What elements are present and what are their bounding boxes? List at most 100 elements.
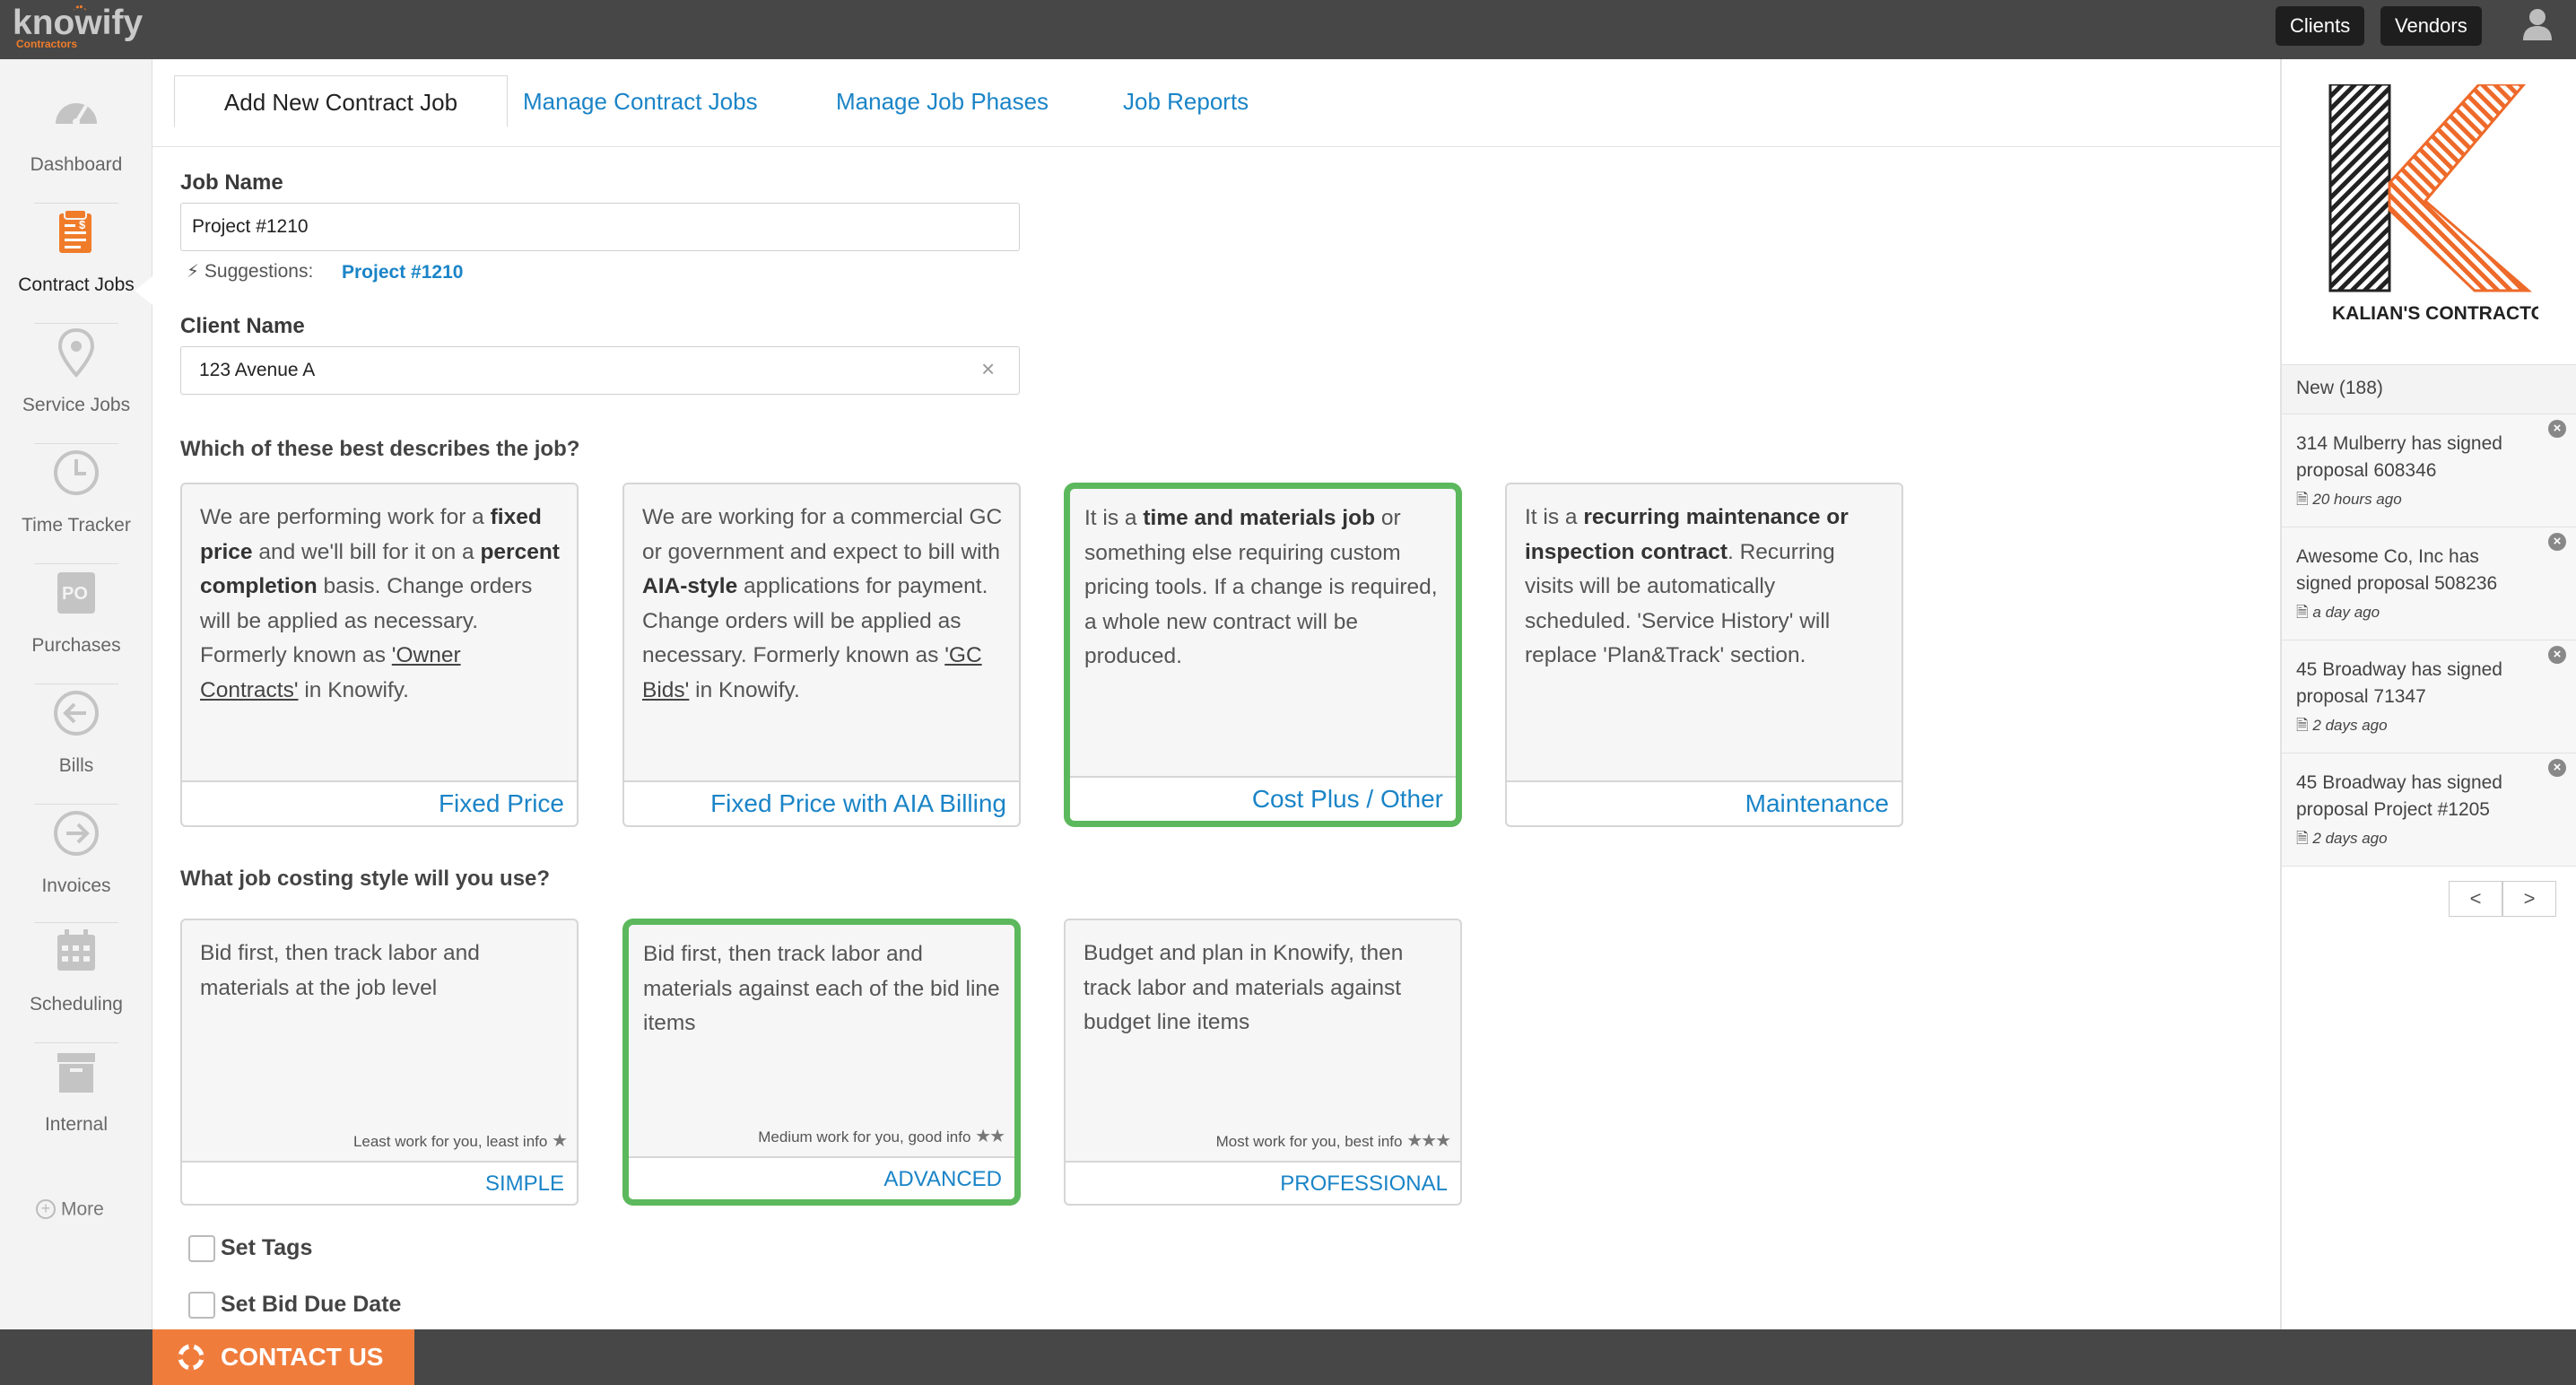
client-name-label: Client Name: [180, 314, 305, 338]
set-bid-due-date-checkbox[interactable]: [188, 1292, 215, 1319]
logo-subtitle: Contractors: [16, 38, 78, 50]
card-description: Bid first, then track labor and material…: [643, 942, 1000, 1035]
new-notifications-header: New (188): [2282, 364, 2576, 414]
set-bid-due-date-label: Set Bid Due Date: [221, 1292, 402, 1317]
sidebar-item-label: Dashboard: [30, 154, 123, 175]
svg-text:$: $: [79, 218, 86, 231]
notification-item[interactable]: 45 Broadway has signed proposal 71347 🗎︎…: [2282, 640, 2576, 753]
notification-text: 314 Mulberry has signed proposal 608346: [2296, 433, 2502, 481]
costing-card-simple[interactable]: Bid first, then track labor and material…: [180, 919, 579, 1206]
next-page-button[interactable]: >: [2502, 881, 2556, 917]
job-type-card-maintenance[interactable]: It is a recurring maintenance or inspect…: [1505, 483, 1903, 827]
card-description: It is a recurring maintenance or inspect…: [1525, 505, 1849, 667]
tab-manage-contract-jobs[interactable]: Manage Contract Jobs: [523, 75, 758, 127]
set-tags-checkbox[interactable]: [188, 1235, 215, 1262]
card-footer: SIMPLE: [182, 1161, 577, 1204]
suggestions-label: Suggestions:: [204, 261, 314, 282]
clock-icon: [54, 450, 99, 495]
card-footer-label: Fixed Price with AIA Billing: [710, 789, 1006, 817]
close-icon[interactable]: ×: [2548, 759, 2566, 777]
sidebar-item-service-jobs[interactable]: Service Jobs: [0, 300, 152, 420]
sidebar-item-scheduling[interactable]: Scheduling: [0, 899, 152, 1019]
close-icon[interactable]: ×: [2548, 646, 2566, 664]
notification-text: 45 Broadway has signed proposal 71347: [2296, 659, 2502, 707]
vendors-button[interactable]: Vendors: [2380, 6, 2482, 46]
notifications-panel: KALIAN'S CONTRACTORS New (188) 314 Mulbe…: [2280, 59, 2576, 1329]
costing-style-question: What job costing style will you use?: [180, 867, 551, 891]
notification-text: Awesome Co, Inc has signed proposal 5082…: [2296, 546, 2498, 594]
clear-field-icon[interactable]: ×: [981, 355, 995, 383]
card-footer: ADVANCED: [629, 1156, 1014, 1199]
more-label: More: [61, 1198, 104, 1220]
job-type-card-fixed-price[interactable]: We are performing work for a fixed price…: [180, 483, 579, 827]
plus-circle-icon: +: [36, 1199, 56, 1220]
arrow-right-circle-icon: [54, 811, 99, 856]
job-name-input[interactable]: Project #1210: [180, 203, 1020, 251]
logo-sun-icon: [74, 5, 86, 14]
tab-job-reports[interactable]: Job Reports: [1123, 75, 1249, 127]
sidebar-item-time-tracker[interactable]: Time Tracker: [0, 420, 152, 540]
job-type-card-cost-plus[interactable]: It is a time and materials job or someth…: [1064, 483, 1462, 827]
sidebar-item-label: Invoices: [41, 875, 111, 896]
purchase-order-icon: PO: [57, 572, 95, 614]
arrow-left-circle-icon: [54, 691, 99, 736]
lightning-icon: ⚡︎: [187, 262, 200, 282]
card-description: We are performing work for a fixed price…: [200, 505, 560, 702]
job-name-label: Job Name: [180, 170, 283, 195]
notification-item[interactable]: 45 Broadway has signed proposal Project …: [2282, 753, 2576, 867]
active-item-indicator: [135, 276, 152, 305]
sidebar-item-label: Purchases: [31, 635, 121, 656]
map-pin-icon: [57, 327, 95, 378]
knowify-logo[interactable]: knowify Contractors: [13, 4, 156, 56]
sidebar-item-contract-jobs[interactable]: $ Contract Jobs: [0, 179, 152, 300]
card-footer-label: Fixed Price: [438, 789, 564, 817]
job-type-card-aia[interactable]: We are working for a commercial GC or go…: [622, 483, 1021, 827]
document-icon: 🗎︎: [2296, 491, 2309, 508]
job-type-question: Which of these best describes the job?: [180, 437, 580, 461]
close-icon[interactable]: ×: [2548, 420, 2566, 438]
notification-time: 🗎︎ 2 days ago: [2296, 717, 2388, 734]
left-sidebar: Dashboard $ Contract Jobs Service Jobs T…: [0, 59, 152, 1329]
sidebar-item-label: Contract Jobs: [18, 274, 135, 295]
sidebar-item-label: Service Jobs: [22, 395, 131, 415]
card-hint: Most work for you, best info ★★★: [1215, 1131, 1451, 1151]
user-avatar-icon[interactable]: [2522, 7, 2553, 41]
prev-page-button[interactable]: <: [2449, 881, 2502, 917]
sidebar-more-button[interactable]: + More: [36, 1198, 104, 1220]
bottom-bar: CONTACT US: [0, 1329, 2576, 1385]
card-description: Bid first, then track labor and material…: [200, 941, 480, 1000]
sidebar-item-invoices[interactable]: Invoices: [0, 780, 152, 901]
notification-item[interactable]: Awesome Co, Inc has signed proposal 5082…: [2282, 527, 2576, 640]
tab-add-new-contract-job[interactable]: Add New Contract Job: [174, 75, 508, 127]
sidebar-item-dashboard[interactable]: Dashboard: [0, 59, 152, 179]
company-logo: KALIAN'S CONTRACTORS: [2328, 84, 2538, 324]
card-footer: Fixed Price: [182, 780, 577, 825]
contact-us-button[interactable]: CONTACT US: [152, 1329, 414, 1385]
costing-card-professional[interactable]: Budget and plan in Knowify, then track l…: [1064, 919, 1462, 1206]
close-icon[interactable]: ×: [2548, 533, 2566, 551]
costing-card-advanced[interactable]: Bid first, then track labor and material…: [622, 919, 1021, 1206]
card-footer: Fixed Price with AIA Billing: [624, 780, 1019, 825]
sidebar-item-purchases[interactable]: PO Purchases: [0, 540, 152, 660]
set-tags-label: Set Tags: [221, 1235, 313, 1260]
card-footer-label: PROFESSIONAL: [1280, 1172, 1448, 1196]
notification-item[interactable]: 314 Mulberry has signed proposal 608346 …: [2282, 414, 2576, 527]
card-description: It is a time and materials job or someth…: [1084, 506, 1438, 668]
tab-manage-job-phases[interactable]: Manage Job Phases: [836, 75, 1049, 127]
contract-document-icon: $: [59, 209, 91, 253]
card-description: We are working for a commercial GC or go…: [642, 505, 1003, 702]
dashboard-gauge-icon: [56, 103, 97, 126]
suggestion-link[interactable]: Project #1210: [342, 262, 463, 283]
card-footer: PROFESSIONAL: [1066, 1161, 1460, 1204]
calendar-icon: [57, 929, 95, 971]
notification-time: 🗎︎ a day ago: [2296, 604, 2380, 621]
notification-time: 🗎︎ 20 hours ago: [2296, 491, 2402, 508]
star-rating-icon: ★★: [975, 1127, 1005, 1146]
sidebar-item-bills[interactable]: Bills: [0, 660, 152, 780]
sidebar-item-internal[interactable]: Internal: [0, 1019, 152, 1139]
sidebar-item-label: Scheduling: [30, 994, 123, 1015]
card-footer: Maintenance: [1507, 780, 1902, 825]
star-rating-icon: ★: [552, 1131, 568, 1151]
client-name-input[interactable]: 123 Avenue A: [180, 346, 1020, 395]
clients-button[interactable]: Clients: [2276, 6, 2365, 46]
